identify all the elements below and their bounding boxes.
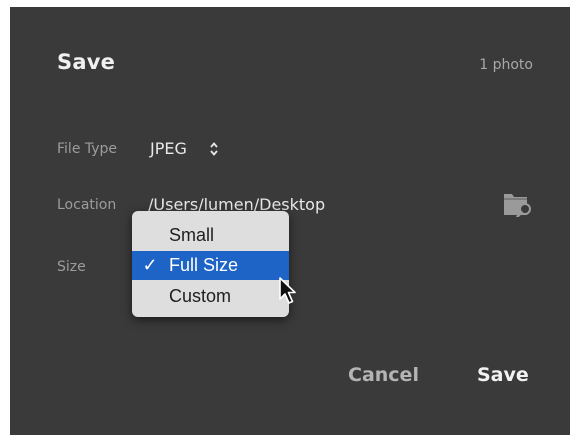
checkmark-icon: ✓ xyxy=(142,255,158,275)
size-option-label: Full Size xyxy=(169,255,239,275)
size-option-full-size[interactable]: ✓ Full Size xyxy=(132,251,289,280)
file-type-select[interactable]: JPEG xyxy=(150,139,187,158)
save-dialog: Save 1 photo File Type JPEG Location /Us… xyxy=(10,7,570,435)
size-dropdown-menu: Small ✓ Full Size Custom xyxy=(132,211,289,317)
size-label: Size xyxy=(57,259,86,275)
folder-search-icon[interactable] xyxy=(503,189,533,217)
mouse-pointer-icon xyxy=(279,277,296,304)
file-type-label: File Type xyxy=(57,141,118,157)
save-button[interactable]: Save xyxy=(477,364,529,386)
photo-count: 1 photo xyxy=(479,57,533,73)
size-option-label: Small xyxy=(169,225,215,245)
size-option-label: Custom xyxy=(169,286,232,306)
size-option-small[interactable]: Small xyxy=(132,221,289,250)
dialog-title: Save xyxy=(57,50,116,74)
cancel-button[interactable]: Cancel xyxy=(348,364,419,386)
location-label: Location xyxy=(57,197,117,213)
size-option-custom[interactable]: Custom xyxy=(132,282,289,311)
up-down-chevron-icon[interactable] xyxy=(209,139,219,159)
